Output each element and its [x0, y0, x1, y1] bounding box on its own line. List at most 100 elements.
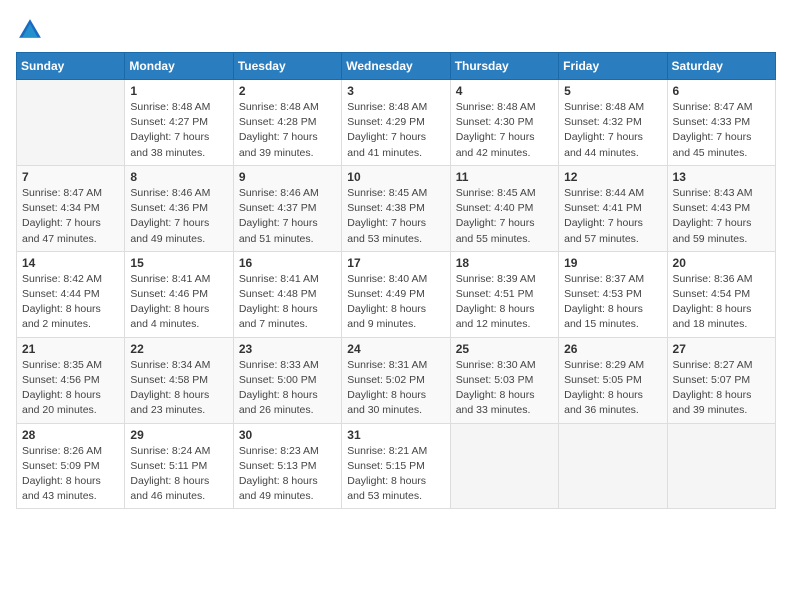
calendar-cell: 28 Sunrise: 8:26 AM Sunset: 5:09 PM Dayli…	[17, 423, 125, 509]
day-number: 13	[673, 170, 770, 184]
day-info: Sunrise: 8:33 AM Sunset: 5:00 PM Dayligh…	[239, 358, 336, 419]
day-number: 14	[22, 256, 119, 270]
day-number: 16	[239, 256, 336, 270]
day-info: Sunrise: 8:21 AM Sunset: 5:15 PM Dayligh…	[347, 444, 444, 505]
day-number: 12	[564, 170, 661, 184]
day-info: Sunrise: 8:35 AM Sunset: 4:56 PM Dayligh…	[22, 358, 119, 419]
calendar-header-row: SundayMondayTuesdayWednesdayThursdayFrid…	[17, 53, 776, 80]
calendar-week-row: 1 Sunrise: 8:48 AM Sunset: 4:27 PM Daylig…	[17, 80, 776, 166]
day-info: Sunrise: 8:34 AM Sunset: 4:58 PM Dayligh…	[130, 358, 227, 419]
day-info: Sunrise: 8:46 AM Sunset: 4:36 PM Dayligh…	[130, 186, 227, 247]
day-number: 8	[130, 170, 227, 184]
calendar-cell: 31 Sunrise: 8:21 AM Sunset: 5:15 PM Dayli…	[342, 423, 450, 509]
day-number: 21	[22, 342, 119, 356]
day-number: 25	[456, 342, 553, 356]
day-number: 15	[130, 256, 227, 270]
calendar-cell: 22 Sunrise: 8:34 AM Sunset: 4:58 PM Dayli…	[125, 337, 233, 423]
day-of-week-header: Tuesday	[233, 53, 341, 80]
calendar-cell: 11Sunrise: 8:45 AM Sunset: 4:40 PM Dayli…	[450, 165, 558, 251]
day-info: Sunrise: 8:39 AM Sunset: 4:51 PM Dayligh…	[456, 272, 553, 333]
logo-icon	[16, 16, 44, 44]
logo	[16, 16, 48, 44]
day-info: Sunrise: 8:41 AM Sunset: 4:46 PM Dayligh…	[130, 272, 227, 333]
day-info: Sunrise: 8:26 AM Sunset: 5:09 PM Dayligh…	[22, 444, 119, 505]
day-info: Sunrise: 8:36 AM Sunset: 4:54 PM Dayligh…	[673, 272, 770, 333]
calendar-cell: 13Sunrise: 8:43 AM Sunset: 4:43 PM Dayli…	[667, 165, 775, 251]
day-number: 22	[130, 342, 227, 356]
day-info: Sunrise: 8:31 AM Sunset: 5:02 PM Dayligh…	[347, 358, 444, 419]
day-of-week-header: Sunday	[17, 53, 125, 80]
calendar-cell: 4Sunrise: 8:48 AM Sunset: 4:30 PM Daylig…	[450, 80, 558, 166]
day-info: Sunrise: 8:42 AM Sunset: 4:44 PM Dayligh…	[22, 272, 119, 333]
day-number: 1	[130, 84, 227, 98]
day-info: Sunrise: 8:27 AM Sunset: 5:07 PM Dayligh…	[673, 358, 770, 419]
calendar-cell: 26 Sunrise: 8:29 AM Sunset: 5:05 PM Dayli…	[559, 337, 667, 423]
calendar-cell: 20 Sunrise: 8:36 AM Sunset: 4:54 PM Dayli…	[667, 251, 775, 337]
day-info: Sunrise: 8:37 AM Sunset: 4:53 PM Dayligh…	[564, 272, 661, 333]
day-info: Sunrise: 8:46 AM Sunset: 4:37 PM Dayligh…	[239, 186, 336, 247]
day-of-week-header: Monday	[125, 53, 233, 80]
calendar-cell: 2 Sunrise: 8:48 AM Sunset: 4:28 PM Daylig…	[233, 80, 341, 166]
day-number: 31	[347, 428, 444, 442]
calendar-cell: 27 Sunrise: 8:27 AM Sunset: 5:07 PM Dayli…	[667, 337, 775, 423]
calendar-cell: 6Sunrise: 8:47 AM Sunset: 4:33 PM Daylig…	[667, 80, 775, 166]
day-info: Sunrise: 8:48 AM Sunset: 4:30 PM Dayligh…	[456, 100, 553, 161]
day-number: 29	[130, 428, 227, 442]
calendar-cell: 14 Sunrise: 8:42 AM Sunset: 4:44 PM Dayli…	[17, 251, 125, 337]
calendar-cell: 10 Sunrise: 8:45 AM Sunset: 4:38 PM Dayli…	[342, 165, 450, 251]
day-number: 20	[673, 256, 770, 270]
calendar-cell: 21 Sunrise: 8:35 AM Sunset: 4:56 PM Dayli…	[17, 337, 125, 423]
day-info: Sunrise: 8:48 AM Sunset: 4:27 PM Dayligh…	[130, 100, 227, 161]
day-info: Sunrise: 8:48 AM Sunset: 4:32 PM Dayligh…	[564, 100, 661, 161]
day-number: 23	[239, 342, 336, 356]
day-number: 10	[347, 170, 444, 184]
day-number: 7	[22, 170, 119, 184]
calendar-cell: 29 Sunrise: 8:24 AM Sunset: 5:11 PM Dayli…	[125, 423, 233, 509]
calendar-cell: 8 Sunrise: 8:46 AM Sunset: 4:36 PM Daylig…	[125, 165, 233, 251]
calendar-table: SundayMondayTuesdayWednesdayThursdayFrid…	[16, 52, 776, 509]
calendar-cell	[17, 80, 125, 166]
day-info: Sunrise: 8:29 AM Sunset: 5:05 PM Dayligh…	[564, 358, 661, 419]
calendar-cell	[559, 423, 667, 509]
calendar-week-row: 28 Sunrise: 8:26 AM Sunset: 5:09 PM Dayli…	[17, 423, 776, 509]
calendar-cell: 1 Sunrise: 8:48 AM Sunset: 4:27 PM Daylig…	[125, 80, 233, 166]
day-number: 19	[564, 256, 661, 270]
day-number: 6	[673, 84, 770, 98]
calendar-cell: 16 Sunrise: 8:41 AM Sunset: 4:48 PM Dayli…	[233, 251, 341, 337]
day-info: Sunrise: 8:23 AM Sunset: 5:13 PM Dayligh…	[239, 444, 336, 505]
calendar-cell	[450, 423, 558, 509]
calendar-cell	[667, 423, 775, 509]
day-number: 2	[239, 84, 336, 98]
calendar-cell: 30 Sunrise: 8:23 AM Sunset: 5:13 PM Dayli…	[233, 423, 341, 509]
day-number: 26	[564, 342, 661, 356]
day-number: 30	[239, 428, 336, 442]
page-header	[16, 16, 776, 44]
day-info: Sunrise: 8:24 AM Sunset: 5:11 PM Dayligh…	[130, 444, 227, 505]
day-number: 28	[22, 428, 119, 442]
calendar-cell: 5 Sunrise: 8:48 AM Sunset: 4:32 PM Daylig…	[559, 80, 667, 166]
day-info: Sunrise: 8:40 AM Sunset: 4:49 PM Dayligh…	[347, 272, 444, 333]
day-info: Sunrise: 8:41 AM Sunset: 4:48 PM Dayligh…	[239, 272, 336, 333]
day-number: 9	[239, 170, 336, 184]
day-number: 27	[673, 342, 770, 356]
day-info: Sunrise: 8:44 AM Sunset: 4:41 PM Dayligh…	[564, 186, 661, 247]
calendar-cell: 24Sunrise: 8:31 AM Sunset: 5:02 PM Dayli…	[342, 337, 450, 423]
day-of-week-header: Thursday	[450, 53, 558, 80]
day-of-week-header: Friday	[559, 53, 667, 80]
day-number: 5	[564, 84, 661, 98]
calendar-cell: 9 Sunrise: 8:46 AM Sunset: 4:37 PM Daylig…	[233, 165, 341, 251]
day-number: 11	[456, 170, 553, 184]
day-number: 18	[456, 256, 553, 270]
day-number: 3	[347, 84, 444, 98]
calendar-cell: 19 Sunrise: 8:37 AM Sunset: 4:53 PM Dayli…	[559, 251, 667, 337]
calendar-cell: 12 Sunrise: 8:44 AM Sunset: 4:41 PM Dayli…	[559, 165, 667, 251]
calendar-cell: 17Sunrise: 8:40 AM Sunset: 4:49 PM Dayli…	[342, 251, 450, 337]
calendar-week-row: 7Sunrise: 8:47 AM Sunset: 4:34 PM Daylig…	[17, 165, 776, 251]
calendar-cell: 3Sunrise: 8:48 AM Sunset: 4:29 PM Daylig…	[342, 80, 450, 166]
calendar-cell: 25 Sunrise: 8:30 AM Sunset: 5:03 PM Dayli…	[450, 337, 558, 423]
day-info: Sunrise: 8:30 AM Sunset: 5:03 PM Dayligh…	[456, 358, 553, 419]
day-info: Sunrise: 8:48 AM Sunset: 4:28 PM Dayligh…	[239, 100, 336, 161]
calendar-cell: 7Sunrise: 8:47 AM Sunset: 4:34 PM Daylig…	[17, 165, 125, 251]
day-info: Sunrise: 8:45 AM Sunset: 4:38 PM Dayligh…	[347, 186, 444, 247]
calendar-cell: 15 Sunrise: 8:41 AM Sunset: 4:46 PM Dayli…	[125, 251, 233, 337]
